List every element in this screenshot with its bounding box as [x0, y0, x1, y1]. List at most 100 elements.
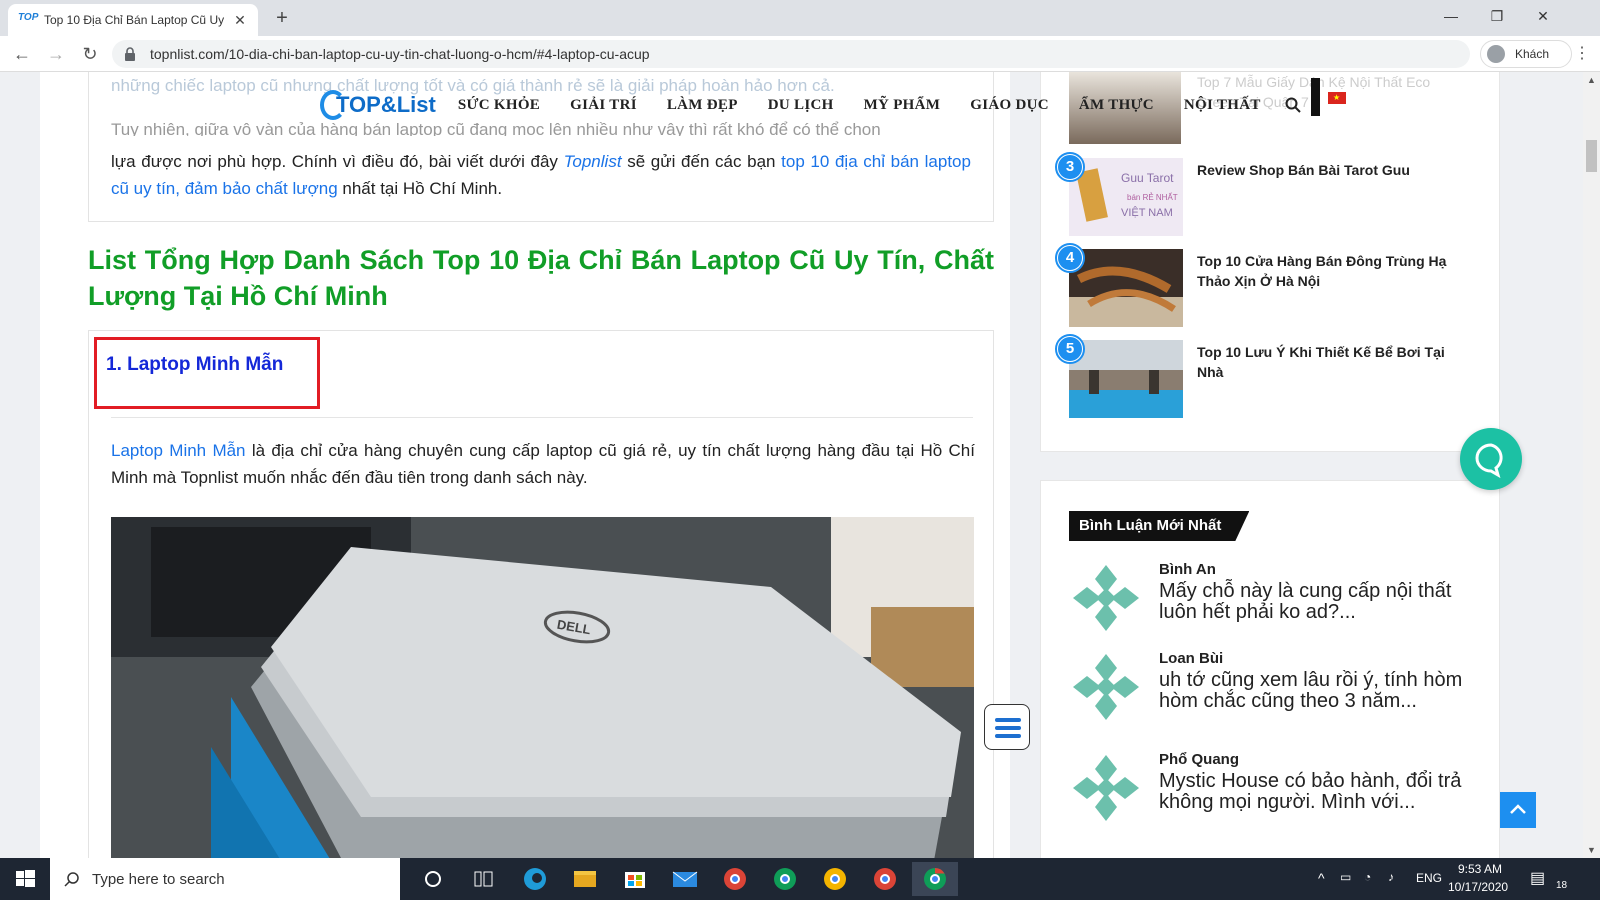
ranked-item[interactable]: 5 Top 10 Lưu Ý Khi Thiết Kế Bể Bơi Tại N…	[1055, 334, 1489, 418]
page-viewport: những chiếc laptop cũ nhưng chất lượng t…	[0, 72, 1583, 858]
address-bar[interactable]: topnlist.com/10-dia-chi-ban-laptop-cu-uy…	[112, 40, 1470, 68]
clock-time[interactable]: 9:53 AM	[1458, 862, 1502, 876]
intro-paragraph: lựa được nơi phù hợp. Chính vì điều đó, …	[111, 148, 971, 202]
lock-icon[interactable]	[124, 47, 138, 61]
taskbar-search-placeholder[interactable]: Type here to search	[92, 871, 225, 888]
chrome-profile-icon[interactable]	[812, 862, 858, 896]
chevron-up-icon	[1510, 804, 1526, 814]
nav-giai-tri[interactable]: GIẢI TRÍ	[570, 97, 637, 114]
profile-avatar-icon	[1487, 45, 1505, 63]
laptop-minh-man-link[interactable]: Laptop Minh Mẫn	[111, 441, 246, 460]
nav-suc-khoe[interactable]: SỨC KHỎE	[458, 97, 540, 114]
nav-am-thuc[interactable]: ẨM THỰC	[1079, 97, 1154, 114]
profile-label: Khách	[1515, 47, 1550, 61]
chat-button[interactable]	[1460, 428, 1522, 490]
comment-text[interactable]: Mystic House có bảo hành, đổi trả không …	[1159, 771, 1469, 813]
page-scrollbar[interactable]: ▲ ▼	[1583, 72, 1600, 858]
nav-giao-duc[interactable]: GIÁO DỤC	[970, 97, 1049, 114]
main-content: những chiếc laptop cũ nhưng chất lượng t…	[40, 72, 1010, 858]
input-language[interactable]: ENG	[1416, 871, 1442, 885]
reload-icon[interactable]: ↻	[78, 42, 102, 66]
file-explorer-icon[interactable]	[562, 862, 608, 896]
list-item-box: 1. Laptop Minh Mẫn Laptop Minh Mẫn là đị…	[88, 330, 994, 858]
vietnam-flag-icon: ★	[1327, 92, 1346, 104]
comment-author[interactable]: Phổ Quang	[1159, 751, 1239, 768]
scroll-to-top-button[interactable]	[1500, 792, 1536, 828]
scrollbar-thumb[interactable]	[1586, 140, 1597, 172]
scroll-up-arrow-icon[interactable]: ▲	[1583, 72, 1600, 88]
menu-dots-icon[interactable]: ⋮	[1572, 42, 1592, 66]
comment-text[interactable]: uh tớ cũng xem lâu rồi ý, tính hòm hòm c…	[1159, 670, 1469, 712]
chat-bubble-icon	[1475, 443, 1503, 479]
comments-box: Bình Luận Mới Nhất Bình An Mấy chỗ này l…	[1040, 480, 1500, 858]
rank-thumbnail[interactable]	[1069, 340, 1183, 418]
scroll-down-arrow-icon[interactable]: ▼	[1583, 842, 1600, 858]
wifi-icon[interactable]: ◔	[1364, 870, 1371, 884]
rank-thumbnail[interactable]: Guu Tarot bán RẺ NHẤT VIỆT NAM	[1069, 158, 1183, 236]
notification-count: 18	[1556, 880, 1568, 891]
hamburger-icon	[995, 718, 1021, 738]
svg-text:bán RẺ NHẤT: bán RẺ NHẤT	[1127, 192, 1178, 202]
nav-noi-that[interactable]: NỘI THẤT	[1184, 97, 1261, 114]
ranked-item[interactable]: Guu Tarot bán RẺ NHẤT VIỆT NAM 3 Review Sh…	[1055, 152, 1489, 236]
rank-title[interactable]: Top 10 Lưu Ý Khi Thiết Kế Bể Bơi Tại Nhà	[1197, 342, 1469, 382]
nav-my-pham[interactable]: MỸ PHẨM	[864, 97, 941, 114]
site-header: TOP&List SỨC KHỎE GIẢI TRÍ LÀM ĐẸP DU LỊ…	[320, 78, 1346, 130]
search-icon	[64, 872, 79, 887]
profile-button[interactable]: Khách	[1480, 40, 1572, 68]
close-window-button[interactable]: ✕	[1520, 0, 1566, 32]
edge-icon[interactable]	[512, 862, 558, 896]
nav-du-lich[interactable]: DU LỊCH	[768, 97, 834, 114]
chrome-profile-icon[interactable]	[862, 862, 908, 896]
tab-strip: TOP Top 10 Địa Chỉ Bán Laptop Cũ Uy ✕ + …	[0, 0, 1600, 36]
windows-taskbar: Type here to search ^ ▭ ◔ ♪ ENG 9:53 AM …	[0, 858, 1600, 900]
comment-author[interactable]: Loan Bùi	[1159, 650, 1223, 667]
close-tab-icon[interactable]: ✕	[232, 12, 248, 29]
tray-chevron-up-icon[interactable]: ^	[1318, 870, 1325, 886]
comments-heading: Bình Luận Mới Nhất	[1069, 511, 1249, 541]
rank-badge: 4	[1055, 243, 1085, 273]
ranked-item[interactable]: 4 Top 10 Cửa Hàng Bán Đông Trùng Hạ Thảo…	[1055, 243, 1489, 327]
language-switcher[interactable]: ★	[1310, 78, 1346, 116]
clock-date[interactable]: 10/17/2020	[1448, 880, 1508, 894]
browser-toolbar: ← → ↻ topnlist.com/10-dia-chi-ban-laptop…	[0, 36, 1600, 72]
site-favicon: TOP	[18, 12, 39, 23]
back-icon[interactable]: ←	[10, 42, 34, 66]
cortana-icon[interactable]	[410, 862, 456, 896]
restore-button[interactable]: ❐	[1474, 0, 1520, 32]
browser-tab[interactable]: TOP Top 10 Địa Chỉ Bán Laptop Cũ Uy ✕	[8, 4, 258, 36]
rank-thumbnail[interactable]	[1069, 249, 1183, 327]
intro-text-1: lựa được nơi phù hợp. Chính vì điều đó, …	[111, 152, 558, 171]
table-of-contents-button[interactable]	[984, 704, 1030, 750]
battery-icon[interactable]: ▭	[1340, 870, 1351, 884]
task-view-icon[interactable]	[460, 862, 506, 896]
minimize-button[interactable]: —	[1428, 0, 1474, 32]
nav-lam-dep[interactable]: LÀM ĐẸP	[667, 97, 738, 114]
rank-title[interactable]: Top 10 Cửa Hàng Bán Đông Trùng Hạ Thảo X…	[1197, 251, 1469, 291]
svg-text:Guu Tarot: Guu Tarot	[1121, 171, 1174, 185]
comment-text[interactable]: Mấy chỗ này là cung cấp nội thất luôn hế…	[1159, 581, 1469, 623]
notification-icon[interactable]: ▤	[1530, 868, 1545, 888]
taskbar-search[interactable]: Type here to search	[50, 858, 400, 900]
item-description: Laptop Minh Mẫn là địa chỉ cửa hàng chuy…	[111, 437, 975, 491]
forward-icon[interactable]: →	[44, 42, 68, 66]
url-text[interactable]: topnlist.com/10-dia-chi-ban-laptop-cu-uy…	[150, 46, 650, 62]
chrome-active-icon[interactable]	[912, 862, 958, 896]
new-tab-button[interactable]: +	[270, 6, 294, 30]
rank-title[interactable]: Review Shop Bán Bài Tarot Guu	[1197, 160, 1469, 180]
comment-author[interactable]: Bình An	[1159, 561, 1216, 578]
windows-start-button[interactable]	[0, 858, 50, 900]
chrome-profile-icon[interactable]	[762, 862, 808, 896]
volume-icon[interactable]: ♪	[1388, 870, 1394, 884]
store-icon[interactable]	[612, 862, 658, 896]
site-logo[interactable]: TOP&List	[320, 90, 436, 120]
rank-badge: 5	[1055, 334, 1085, 364]
tab-title: Top 10 Địa Chỉ Bán Laptop Cũ Uy	[44, 13, 225, 27]
mail-icon[interactable]	[662, 862, 708, 896]
divider	[111, 417, 973, 418]
topnlist-link[interactable]: Topnlist	[564, 152, 622, 171]
chrome-profile-icon[interactable]	[712, 862, 758, 896]
search-icon[interactable]	[1285, 97, 1301, 113]
intro-text-3: nhất tại Hồ Chí Minh.	[342, 179, 503, 198]
intro-text-2: sẽ gửi đến các bạn	[627, 152, 776, 171]
